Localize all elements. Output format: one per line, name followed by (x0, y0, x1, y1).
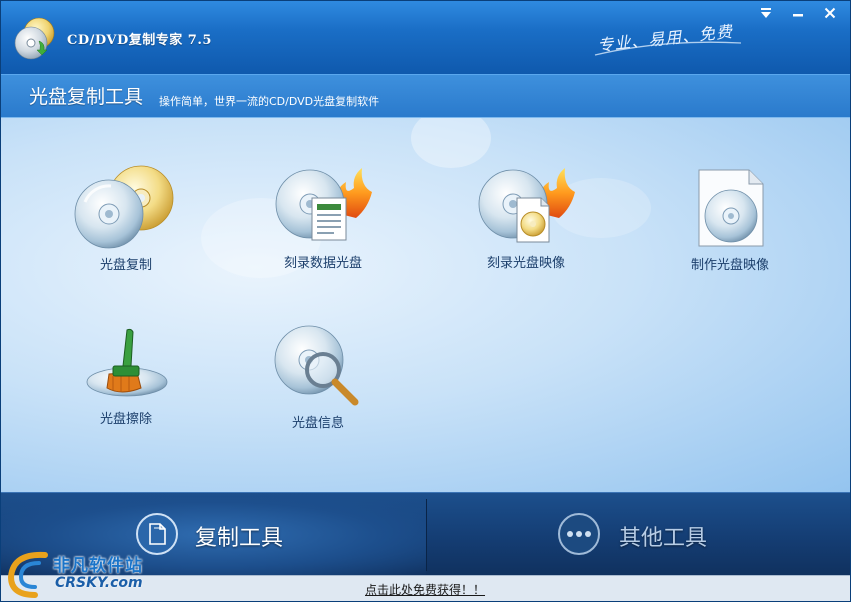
minimize-button[interactable] (784, 3, 812, 23)
make-image-icon (698, 169, 764, 247)
more-tools-icon (558, 513, 600, 555)
tool-label: 刻录数据光盘 (283, 256, 362, 271)
tool-label: 光盘擦除 (99, 412, 152, 427)
app-title: CD/DVD复制专家 7.5 (67, 33, 212, 48)
tool-burn-data-disc[interactable]: 刻录数据光盘 (238, 162, 408, 271)
minimize-icon (793, 14, 803, 17)
menu-dropdown-button[interactable] (752, 3, 780, 23)
dropdown-menu-icon (761, 8, 771, 18)
close-icon (824, 7, 836, 19)
tab-label: 复制工具 (195, 526, 284, 551)
tool-burn-image[interactable]: 刻录光盘映像 (441, 162, 611, 271)
app-logo-icon (14, 17, 55, 60)
watermark-en-text: CRSKY.com (55, 575, 143, 591)
tool-disc-copy[interactable]: 光盘复制 (41, 164, 211, 273)
disc-erase-icon (86, 328, 168, 397)
tool-disc-info[interactable]: 光盘信息 (233, 324, 403, 431)
section-description: 操作简单，世界一流的CD/DVD光盘复制软件 (159, 95, 380, 108)
close-button[interactable] (816, 3, 844, 23)
tool-make-image[interactable]: 制作光盘映像 (645, 166, 815, 273)
free-download-link[interactable]: 点击此处免费获得！！ (365, 581, 485, 598)
disc-info-icon (274, 325, 359, 406)
tab-other-tools[interactable]: 其他工具 (427, 493, 850, 576)
watermark-logo-icon (7, 551, 48, 598)
tools-panel: 光盘复制 刻录数据光盘 刻录光盘映像 制作光盘映像 光盘擦除 光盘信息 (1, 118, 850, 492)
title-bar[interactable]: CD/DVD复制专家 7.5 专业、易用、免费 (1, 1, 850, 74)
tab-label: 其他工具 (619, 526, 708, 551)
tool-disc-erase[interactable]: 光盘擦除 (41, 324, 211, 427)
swoosh-decoration-icon (594, 41, 742, 56)
burn-data-disc-icon (275, 168, 372, 241)
tool-label: 刻录光盘映像 (486, 256, 565, 271)
window-controls (752, 3, 844, 23)
disc-copy-icon (74, 165, 174, 249)
section-title: 光盘复制工具 (29, 86, 144, 108)
tool-label: 制作光盘映像 (690, 258, 769, 273)
burn-image-icon (478, 168, 575, 243)
app-window: CD/DVD复制专家 7.5 专业、易用、免费 光盘复制工具 操作简单，世界一流… (0, 0, 851, 602)
site-watermark: 非凡软件站 CRSKY.com (1, 543, 161, 602)
tool-label: 光盘复制 (99, 258, 152, 273)
section-header: 光盘复制工具 操作简单，世界一流的CD/DVD光盘复制软件 (1, 74, 850, 118)
tool-label: 光盘信息 (291, 416, 344, 431)
watermark-cn-text: 非凡软件站 (53, 556, 143, 576)
